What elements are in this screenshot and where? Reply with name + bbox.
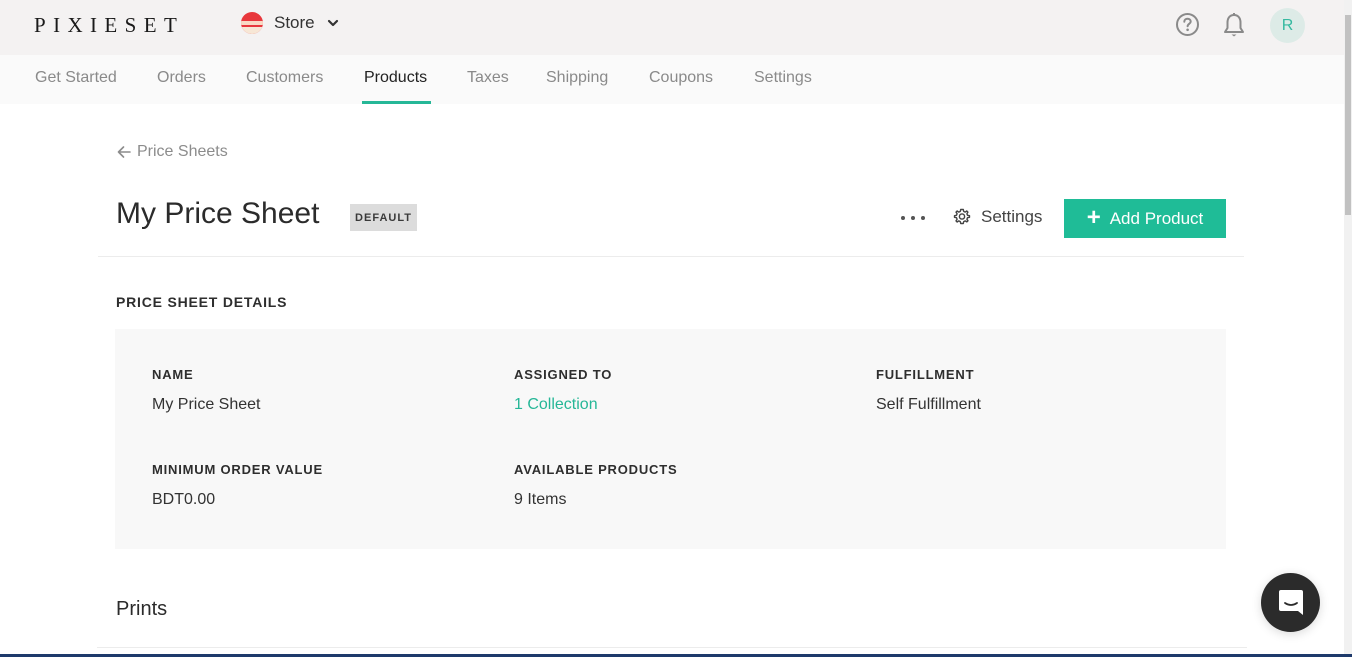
more-dot-icon xyxy=(901,216,905,220)
assigned-collection-link[interactable]: 1 Collection xyxy=(514,396,598,414)
assigned-to-label: ASSIGNED TO xyxy=(514,367,613,382)
nav-tab-get-started[interactable]: Get Started xyxy=(35,69,117,87)
bell-icon[interactable] xyxy=(1221,12,1247,39)
help-icon[interactable] xyxy=(1175,12,1200,37)
minimum-order-label: MINIMUM ORDER VALUE xyxy=(152,462,323,477)
arrow-left-icon xyxy=(117,146,131,158)
store-switcher[interactable]: Store xyxy=(241,12,339,34)
price-sheet-details-heading: PRICE SHEET DETAILS xyxy=(116,294,288,310)
default-badge: DEFAULT xyxy=(350,204,417,231)
prints-divider xyxy=(97,647,1247,648)
nav-tab-customers[interactable]: Customers xyxy=(246,69,323,87)
settings-button[interactable]: Settings xyxy=(953,207,1042,227)
add-product-button[interactable]: + Add Product xyxy=(1064,199,1226,238)
nav-tab-products[interactable]: Products xyxy=(364,69,427,87)
minimum-order-value: BDT0.00 xyxy=(152,491,216,508)
plus-icon: + xyxy=(1086,203,1101,231)
nav-tab-shipping[interactable]: Shipping xyxy=(546,69,608,87)
chevron-down-icon xyxy=(327,19,338,27)
fulfillment-label: FULFILLMENT xyxy=(876,367,975,382)
nav-tab-settings[interactable]: Settings xyxy=(754,69,812,87)
more-dot-icon xyxy=(921,216,925,220)
active-tab-indicator xyxy=(362,101,431,104)
page-title: My Price Sheet xyxy=(116,197,320,230)
store-label: Store xyxy=(274,13,315,32)
back-link-label: Price Sheets xyxy=(137,143,228,160)
add-product-label: Add Product xyxy=(1109,208,1204,228)
main-nav: Get Started Orders Customers Products Ta… xyxy=(0,55,1344,104)
gear-icon xyxy=(953,208,971,225)
price-sheet-details-panel: NAME My Price Sheet ASSIGNED TO 1 Collec… xyxy=(115,329,1226,549)
more-dot-icon xyxy=(911,216,915,220)
chat-icon xyxy=(1278,589,1303,615)
scrollbar[interactable] xyxy=(1344,0,1352,657)
scrollbar-thumb[interactable] xyxy=(1345,15,1351,215)
prints-section-heading: Prints xyxy=(116,598,168,620)
header-divider xyxy=(98,256,1244,257)
settings-button-label: Settings xyxy=(981,207,1043,226)
more-options-button[interactable] xyxy=(901,208,925,228)
name-value: My Price Sheet xyxy=(152,396,261,413)
nav-tab-orders[interactable]: Orders xyxy=(157,69,206,87)
pixieset-logo[interactable]: PIXIESET xyxy=(34,13,184,38)
name-label: NAME xyxy=(152,367,194,382)
back-to-price-sheets-link[interactable]: Price Sheets xyxy=(116,143,228,161)
user-avatar[interactable]: R xyxy=(1270,8,1305,43)
available-products-label: AVAILABLE PRODUCTS xyxy=(514,462,678,477)
top-bar: PIXIESET Store R xyxy=(0,0,1344,55)
fulfillment-value: Self Fulfillment xyxy=(876,396,981,413)
nav-tab-taxes[interactable]: Taxes xyxy=(467,69,509,87)
nav-tab-coupons[interactable]: Coupons xyxy=(649,69,713,87)
available-products-value: 9 Items xyxy=(514,491,567,508)
chat-launcher-button[interactable] xyxy=(1261,573,1320,632)
store-icon xyxy=(241,12,263,34)
